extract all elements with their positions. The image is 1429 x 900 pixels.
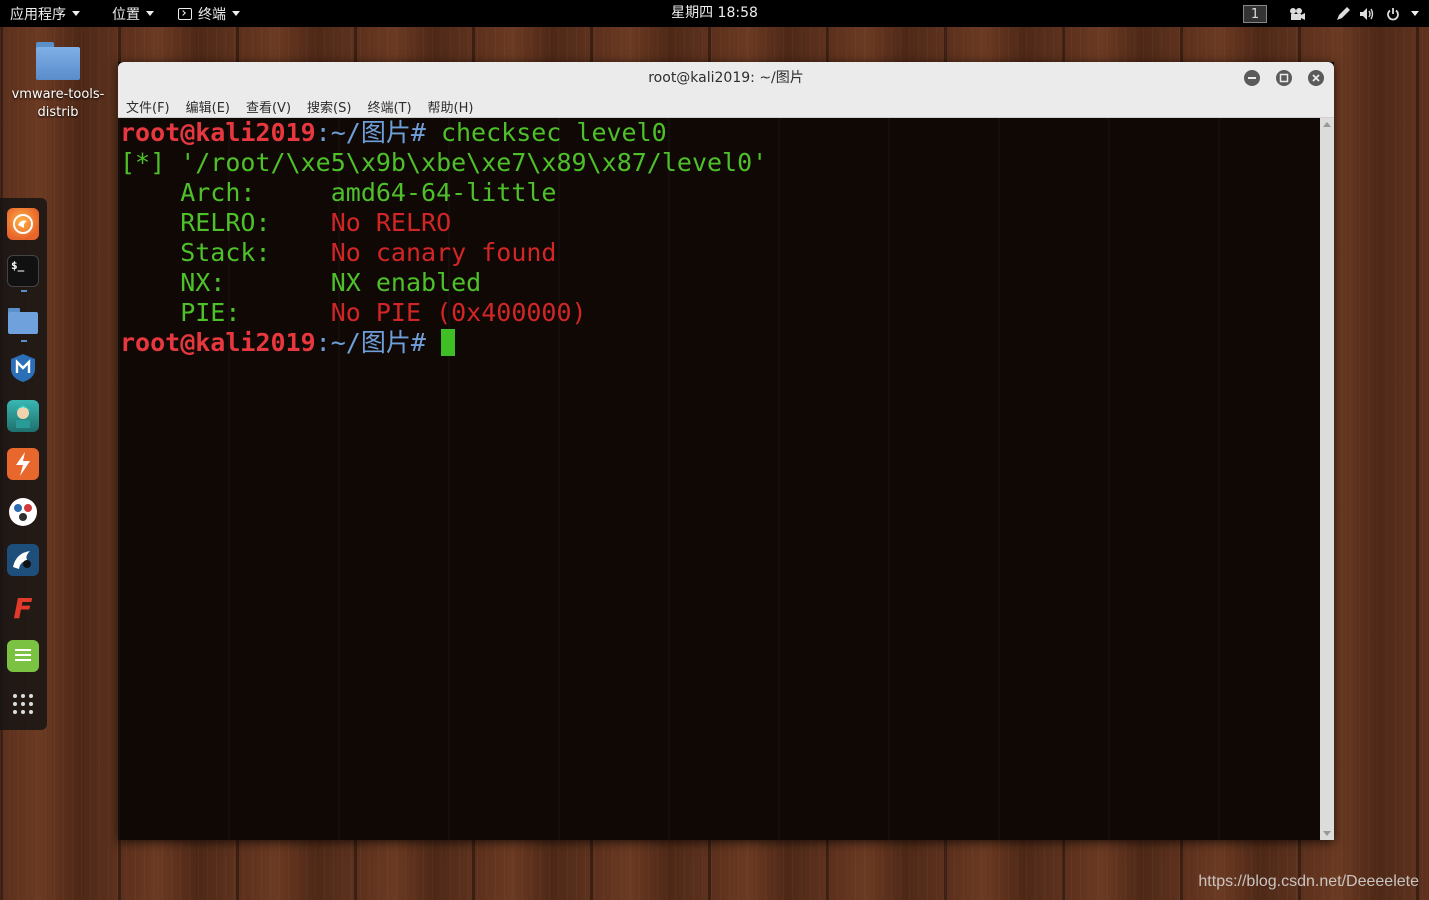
menu-help[interactable]: 帮助(H) [418, 97, 480, 116]
system-tray: 1 [1243, 0, 1429, 27]
terminal-icon[interactable]: $_ [7, 255, 39, 287]
prompt-path: :~/图片 [315, 328, 411, 357]
desktop-folder-label: vmware-tools-distrib [11, 87, 105, 120]
running-indicator [21, 290, 27, 292]
firefox-icon[interactable] [7, 208, 39, 240]
terminal-output[interactable]: root@kali2019:~/图片# checksec level0 [*] … [118, 118, 1320, 840]
result-path-line: [*] '/root/\xe5\x9b\xbe\xe7\x89\x87/leve… [120, 148, 768, 177]
row-key: Arch: [120, 178, 331, 207]
checksec-row-relro: RELRO: No RELRO [118, 208, 1320, 238]
watermark: https://blog.csdn.net/Deeeelete [1198, 873, 1419, 890]
row-value: No RELRO [330, 208, 452, 237]
row-value: No PIE (0x400000) [330, 298, 587, 327]
menu-file[interactable]: 文件(F) [120, 97, 176, 116]
row-value: No canary found [330, 238, 557, 267]
menu-search[interactable]: 搜索(S) [297, 97, 357, 116]
checksec-row-nx: NX: NX enabled [118, 268, 1320, 298]
menu-terminal[interactable]: 终端(T) [357, 97, 417, 116]
scroll-down-icon[interactable] [1323, 831, 1331, 836]
places-label: 位置 [112, 6, 140, 23]
folder-icon [36, 42, 80, 80]
terminal-icon [178, 7, 192, 20]
chevron-down-icon [146, 11, 154, 16]
prompt-hash: # [410, 118, 441, 147]
prompt-path: :~/图片 [315, 118, 411, 147]
row-value: NX enabled [330, 268, 482, 297]
desktop-folder-vmware-tools[interactable]: vmware-tools-distrib [4, 42, 112, 122]
show-apps-icon[interactable] [7, 688, 39, 720]
maximize-button[interactable] [1276, 70, 1292, 86]
close-button[interactable] [1308, 70, 1324, 86]
menu-view[interactable]: 查看(V) [236, 97, 297, 116]
places-menu[interactable]: 位置 [90, 0, 164, 27]
minimize-icon [1248, 77, 1256, 79]
power-icon[interactable] [1385, 6, 1401, 22]
chevron-down-icon[interactable] [1411, 11, 1419, 16]
menu-edit[interactable]: 编辑(E) [176, 97, 236, 116]
close-icon [1312, 74, 1320, 82]
maltego-icon[interactable] [7, 496, 39, 528]
top-bar: 应用程序 位置 终端 星期四 18:58 1 [0, 0, 1429, 27]
row-key: Stack: [120, 238, 331, 267]
files-icon[interactable] [7, 305, 39, 337]
leafpad-icon[interactable] [7, 640, 39, 672]
prompt-line: root@kali2019:~/图片# [118, 328, 1320, 358]
maximize-icon [1279, 73, 1289, 83]
terminal-scrollbar[interactable] [1320, 118, 1334, 840]
volume-icon[interactable] [1359, 6, 1375, 22]
burpsuite-icon[interactable] [7, 448, 39, 480]
command-line: root@kali2019:~/图片# checksec level0 [118, 118, 1320, 148]
armitage-icon[interactable] [7, 400, 39, 432]
chevron-down-icon [72, 11, 80, 16]
chevron-down-icon [232, 11, 240, 16]
terminal-app-menu[interactable]: 终端 [164, 0, 250, 27]
row-key: PIE: [120, 298, 331, 327]
metasploit-icon[interactable] [7, 352, 39, 384]
text-cursor [440, 329, 455, 356]
video-camera-icon[interactable] [1289, 6, 1305, 22]
prompt-user: root@kali2019 [120, 328, 316, 357]
checksec-row-pie: PIE: No PIE (0x400000) [118, 298, 1320, 328]
row-key: NX: [120, 268, 331, 297]
checksec-row-arch: Arch: amd64-64-little [118, 178, 1320, 208]
row-key: RELRO: [120, 208, 331, 237]
scroll-up-icon[interactable] [1323, 122, 1331, 127]
terminal-app-label: 终端 [198, 6, 226, 23]
checksec-row-stack: Stack: No canary found [118, 238, 1320, 268]
prompt-user: root@kali2019 [120, 118, 316, 147]
terminal-window: root@kali2019: ~/图片 文件(F) 编辑(E) 查看(V) 搜索… [118, 62, 1334, 840]
faraday-icon[interactable]: F [7, 592, 39, 625]
window-titlebar[interactable]: root@kali2019: ~/图片 [118, 62, 1334, 96]
command-text: checksec level0 [440, 118, 667, 147]
beef-icon[interactable] [7, 544, 39, 576]
applications-menu[interactable]: 应用程序 [0, 0, 90, 27]
applications-label: 应用程序 [10, 6, 66, 23]
workspace-indicator[interactable]: 1 [1243, 4, 1267, 23]
running-indicator [21, 340, 27, 342]
dock: $_ F [0, 198, 47, 730]
pen-icon[interactable] [1335, 6, 1351, 22]
prompt-hash: # [410, 328, 441, 357]
window-title: root@kali2019: ~/图片 [648, 70, 804, 86]
clock-label[interactable]: 星期四 18:58 [671, 5, 758, 21]
window-menubar: 文件(F) 编辑(E) 查看(V) 搜索(S) 终端(T) 帮助(H) [118, 96, 1334, 118]
minimize-button[interactable] [1244, 70, 1260, 86]
row-value: amd64-64-little [330, 178, 557, 207]
